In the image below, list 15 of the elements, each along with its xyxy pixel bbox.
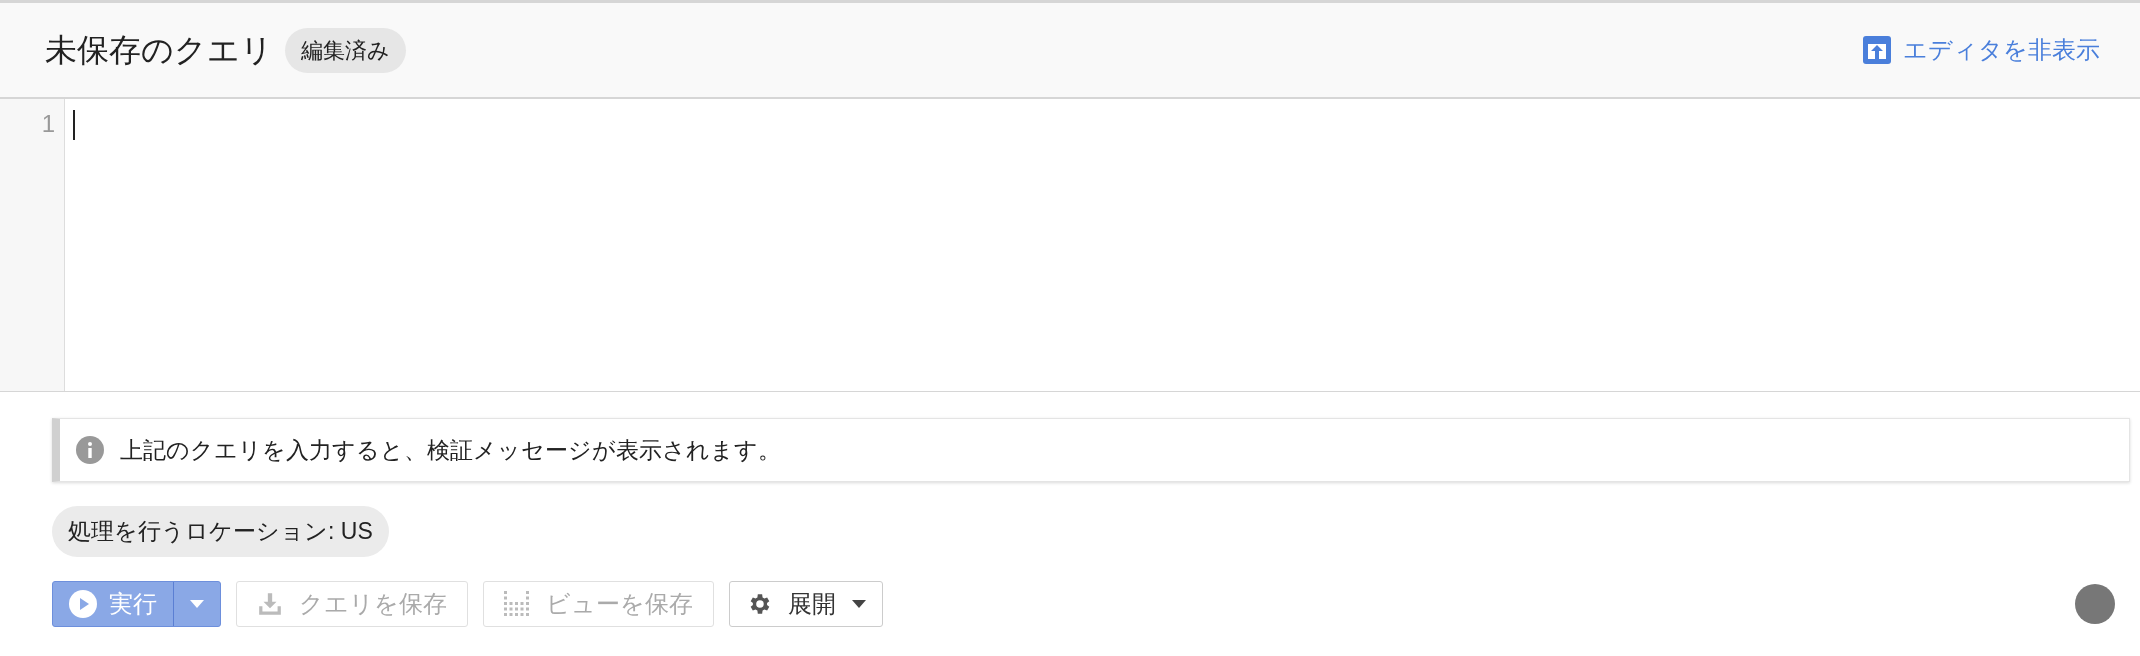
caret-icon — [852, 599, 866, 608]
download-icon — [257, 590, 283, 617]
expand-button[interactable]: 展開 — [729, 580, 883, 627]
upload-icon — [1863, 36, 1891, 64]
query-title: 未保存のクエリ — [45, 31, 273, 70]
info-message: 上記のクエリを入力すると、検証メッセージが表示されます。 — [120, 435, 781, 465]
play-icon — [69, 589, 97, 618]
text-cursor — [73, 110, 75, 140]
caret-icon — [190, 599, 204, 608]
line-number: 1 — [41, 109, 55, 139]
info-icon — [76, 436, 104, 464]
edited-badge: 編集済み — [285, 27, 406, 73]
hide-editor-link[interactable]: エディタを非表示 — [1863, 32, 2100, 68]
grid-dots-icon — [504, 590, 530, 617]
location-chip: 処理を行うロケーション: US — [52, 506, 389, 557]
